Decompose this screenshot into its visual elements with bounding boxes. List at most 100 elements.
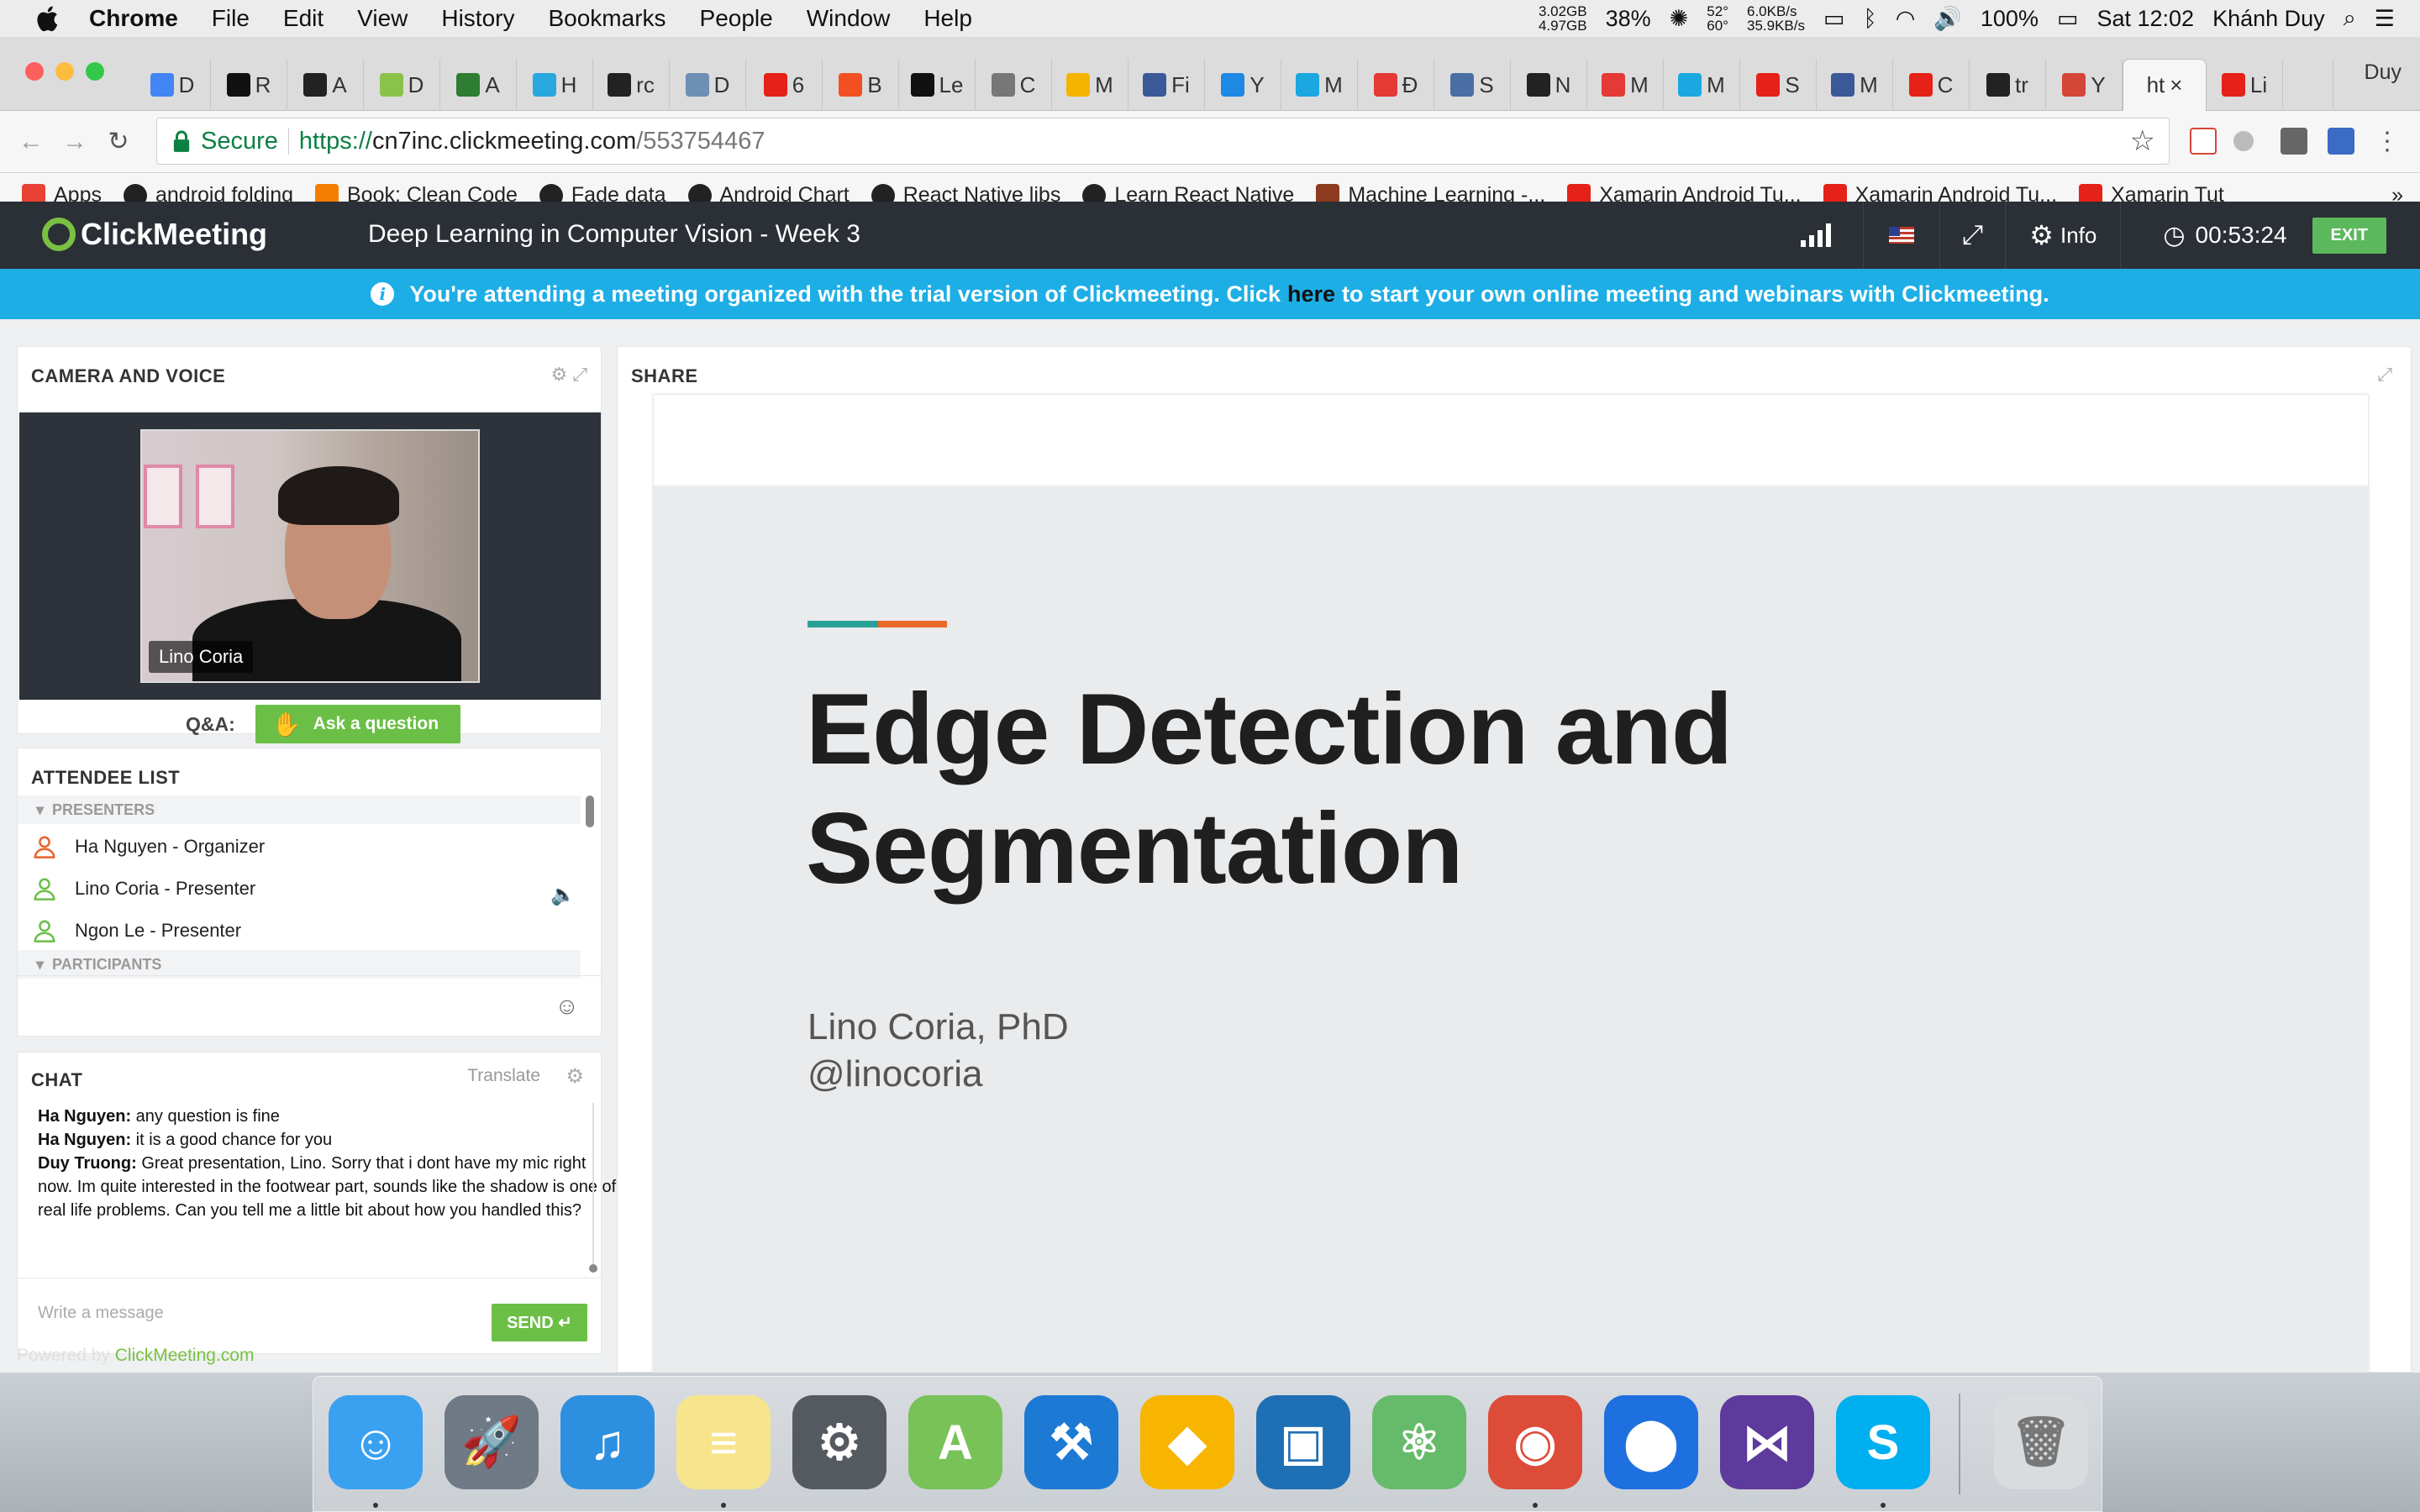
browser-tab[interactable]: H (517, 59, 593, 111)
zoom-window-button[interactable] (86, 62, 104, 81)
browser-tab[interactable]: B (823, 59, 899, 111)
camera-settings-icon[interactable]: ⚙ (551, 364, 568, 385)
sketch-icon[interactable]: ◆ (1140, 1395, 1234, 1489)
browser-tab[interactable]: C (1893, 59, 1970, 111)
attendee-row[interactable]: Ha Nguyen - Organizer (33, 826, 265, 868)
d-extension-icon[interactable] (2328, 128, 2354, 155)
browser-tab[interactable]: D (364, 59, 440, 111)
menu-window[interactable]: Window (807, 5, 891, 32)
skype-icon[interactable]: S (1836, 1395, 1930, 1489)
profile-button[interactable]: Duy (2365, 60, 2402, 85)
browser-tab[interactable]: Fi (1128, 59, 1205, 111)
chat-settings-icon[interactable]: ⚙ (566, 1064, 584, 1089)
browser-tab[interactable]: C (976, 59, 1052, 111)
browser-tab[interactable]: Li (2207, 59, 2283, 111)
chat-message-input[interactable]: Write a message (38, 1304, 164, 1323)
browser-tab[interactable]: A (287, 59, 364, 111)
extension-dot-icon[interactable] (2233, 131, 2254, 151)
visual-studio-icon[interactable]: ⋈ (1720, 1395, 1814, 1489)
share-expand-icon[interactable]: ⤢ (2377, 364, 2392, 386)
bluetooth-icon[interactable]: ᛒ (1864, 6, 1877, 32)
browser-tab[interactable]: M (1587, 59, 1664, 111)
menu-people[interactable]: People (700, 5, 773, 32)
chat-scrollbar[interactable] (589, 1103, 597, 1273)
chrome-icon[interactable]: ◉ (1488, 1395, 1582, 1489)
browser-tab[interactable]: S (1740, 59, 1817, 111)
bookmark-star-icon[interactable]: ☆ (2130, 124, 2155, 158)
attendee-row[interactable]: Ngon Le - Presenter (33, 910, 241, 952)
spotlight-icon[interactable]: ⌕ (2344, 5, 2356, 32)
minimize-window-button[interactable] (55, 62, 74, 81)
here-link[interactable]: here (1287, 281, 1335, 307)
language-flag-icon[interactable] (1888, 227, 1914, 244)
camera-expand-icon[interactable]: ⤢ (572, 364, 587, 385)
android-studio-icon[interactable]: A (908, 1395, 1002, 1489)
active-tab[interactable]: ht × (2123, 59, 2207, 111)
browser-tab[interactable]: M (1281, 59, 1358, 111)
browser-tab[interactable]: A (440, 59, 517, 111)
system-preferences-icon[interactable]: ⚙ (792, 1395, 886, 1489)
airplay-icon[interactable]: ▭ (1823, 6, 1845, 32)
browser-tab[interactable]: Le (899, 59, 976, 111)
reload-button[interactable]: ↻ (106, 129, 131, 155)
network-readout[interactable]: 6.0KB/s 35.9KB/s (1747, 4, 1805, 33)
xcode-icon[interactable]: ⚒ (1024, 1395, 1118, 1489)
fullscreen-icon[interactable]: ⤢ (1962, 219, 1984, 251)
participants-group-header[interactable]: ▾ PARTICIPANTS (18, 950, 581, 979)
address-bar[interactable]: Secure https:// cn7inc.clickmeeting.com … (156, 118, 2170, 165)
forward-button[interactable]: → (62, 129, 87, 155)
menu-file[interactable]: File (212, 5, 250, 32)
wifi-icon[interactable]: ◠ (1896, 6, 1916, 32)
attendee-scrollbar[interactable] (586, 795, 594, 827)
menu-edit[interactable]: Edit (283, 5, 324, 32)
close-tab-icon[interactable]: × (2170, 72, 2182, 98)
atom-icon[interactable]: ⚛ (1372, 1395, 1466, 1489)
presenters-group-header[interactable]: ▾ PRESENTERS (18, 795, 581, 824)
browser-tab[interactable]: Y (2046, 59, 2123, 111)
browser-tab[interactable]: D (134, 59, 211, 111)
cpu-readout[interactable]: 38% (1606, 6, 1651, 32)
trash-icon[interactable]: 🗑 (1994, 1395, 2088, 1489)
apple-icon[interactable] (34, 3, 64, 34)
browser-tab[interactable]: Đ (1358, 59, 1434, 111)
vmware-icon[interactable]: ▣ (1256, 1395, 1350, 1489)
lightbulb-extension-icon[interactable] (2281, 128, 2307, 155)
notes-icon[interactable]: ≡ (676, 1395, 771, 1489)
gmail-extension-icon[interactable] (2190, 128, 2217, 155)
browser-tab[interactable]: R (211, 59, 287, 111)
memory-readout[interactable]: 3.02GB 4.97GB (1539, 4, 1587, 33)
close-window-button[interactable] (25, 62, 44, 81)
translate-button[interactable]: Translate (467, 1066, 540, 1086)
browser-tab[interactable]: N (1511, 59, 1587, 111)
browser-tab[interactable]: M (1052, 59, 1128, 111)
new-tab-button[interactable] (2283, 59, 2333, 111)
browser-tab[interactable]: M (1817, 59, 1893, 111)
launchpad-icon[interactable]: 🚀 (445, 1395, 539, 1489)
menu-view[interactable]: View (357, 5, 408, 32)
menu-history[interactable]: History (441, 5, 514, 32)
volume-icon[interactable]: 🔊 (1933, 5, 1962, 32)
finder-icon[interactable]: ☺ (329, 1395, 423, 1489)
notification-center-icon[interactable]: ☰ (2375, 6, 2395, 32)
send-button[interactable]: SEND ↵ (492, 1304, 587, 1341)
clock[interactable]: Sat 12:02 (2096, 6, 2194, 32)
presenter-video[interactable]: Lino Coria (140, 429, 480, 683)
browser-tab[interactable]: tr (1970, 59, 2046, 111)
browser-tab[interactable]: 6 (746, 59, 823, 111)
pin-app-icon[interactable]: ⬤ (1604, 1395, 1698, 1489)
fan-icon[interactable]: ✺ (1670, 6, 1689, 32)
battery-readout[interactable]: 100% (1981, 6, 2039, 32)
chrome-menu-icon[interactable]: ⋮ (2375, 129, 2400, 155)
browser-tab[interactable]: rc (593, 59, 670, 111)
back-button[interactable]: ← (18, 129, 44, 155)
menu-bookmarks[interactable]: Bookmarks (548, 5, 666, 32)
browser-tab[interactable]: D (670, 59, 746, 111)
menu-app-name[interactable]: Chrome (89, 5, 178, 32)
user-name[interactable]: Khánh Duy (2212, 6, 2325, 32)
clickmeeting-link[interactable]: ClickMeeting.com (115, 1346, 255, 1365)
exit-button[interactable]: EXIT (2312, 217, 2386, 254)
browser-tab[interactable]: S (1434, 59, 1511, 111)
emoji-icon[interactable]: ☺ (555, 993, 579, 1020)
ask-question-button[interactable]: ✋ Ask a question (255, 705, 461, 743)
menu-help[interactable]: Help (923, 5, 972, 32)
